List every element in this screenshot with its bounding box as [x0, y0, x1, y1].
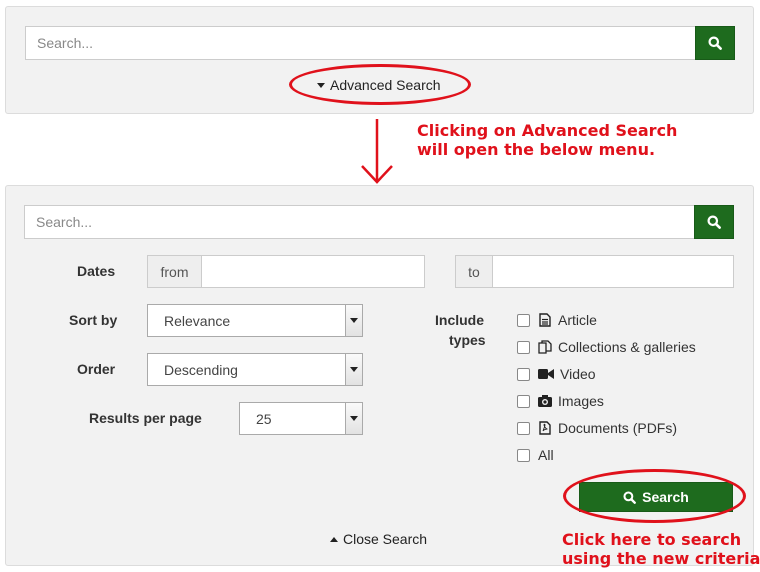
submit-search-button[interactable]: Search [579, 482, 733, 512]
advanced-search-icon-button[interactable] [694, 205, 734, 239]
caret-up-icon [330, 536, 338, 542]
copy-icon [538, 340, 552, 354]
camera-icon [538, 394, 552, 408]
submit-search-label: Search [642, 489, 689, 505]
results-per-page-select[interactable]: 25 [239, 402, 363, 435]
date-from-input[interactable] [201, 255, 425, 288]
all-checkbox[interactable] [517, 448, 530, 462]
type-option-all[interactable]: All [517, 445, 554, 465]
caret-down-icon [317, 82, 325, 88]
search-icon [708, 36, 722, 50]
annotation-advanced-line1: Clicking on Advanced Search [417, 121, 678, 140]
document-icon [538, 313, 552, 327]
search-icon [707, 215, 721, 229]
date-to-input[interactable] [492, 255, 734, 288]
type-option-collections[interactable]: Collections & galleries [517, 337, 696, 357]
top-search-button[interactable] [695, 26, 735, 60]
top-search-input[interactable] [25, 26, 696, 60]
type-option-images[interactable]: Images [517, 391, 604, 411]
dropdown-arrow-icon[interactable] [345, 403, 362, 434]
pdf-icon [538, 421, 552, 435]
article-checkbox[interactable] [517, 313, 530, 327]
order-label: Order [77, 361, 116, 377]
article-label: Article [558, 312, 597, 328]
search-icon [623, 490, 637, 504]
sort-by-select[interactable]: Relevance [147, 304, 363, 337]
dropdown-arrow-icon[interactable] [345, 354, 362, 385]
simple-search-panel [5, 6, 754, 114]
dropdown-arrow-icon[interactable] [345, 305, 362, 336]
down-arrow-annotation [361, 119, 393, 184]
annotation-advanced-line2: will open the below menu. [417, 140, 656, 159]
advanced-search-input[interactable] [24, 205, 695, 239]
collections-checkbox[interactable] [517, 340, 530, 354]
sort-by-label: Sort by [69, 312, 118, 328]
advanced-search-label: Advanced Search [330, 77, 441, 93]
type-option-article[interactable]: Article [517, 310, 597, 330]
include-types-label-line1: Include [435, 312, 485, 328]
type-option-video[interactable]: Video [517, 364, 596, 384]
all-label: All [538, 447, 554, 463]
order-select[interactable]: Descending [147, 353, 363, 386]
results-per-page-value: 25 [256, 410, 272, 427]
video-camera-icon [538, 367, 554, 381]
images-checkbox[interactable] [517, 394, 530, 408]
from-addon: from [147, 255, 202, 288]
annotation-search-line2: using the new criteria. [562, 549, 760, 568]
include-types-label-line2: types [449, 332, 486, 348]
close-search-link[interactable]: Close Search [330, 531, 427, 547]
advanced-search-link[interactable]: Advanced Search [317, 77, 441, 93]
order-value: Descending [164, 361, 238, 378]
close-search-label: Close Search [343, 531, 428, 547]
video-label: Video [560, 366, 596, 382]
dates-label: Dates [77, 263, 116, 279]
annotation-search-line1: Click here to search [562, 530, 742, 549]
collections-label: Collections & galleries [558, 339, 696, 355]
type-option-documents[interactable]: Documents (PDFs) [517, 418, 677, 438]
video-checkbox[interactable] [517, 367, 530, 381]
documents-checkbox[interactable] [517, 421, 530, 435]
to-addon: to [455, 255, 493, 288]
sort-by-value: Relevance [164, 312, 231, 329]
images-label: Images [558, 393, 604, 409]
results-per-page-label: Results per page [89, 410, 202, 426]
documents-label: Documents (PDFs) [558, 420, 678, 436]
